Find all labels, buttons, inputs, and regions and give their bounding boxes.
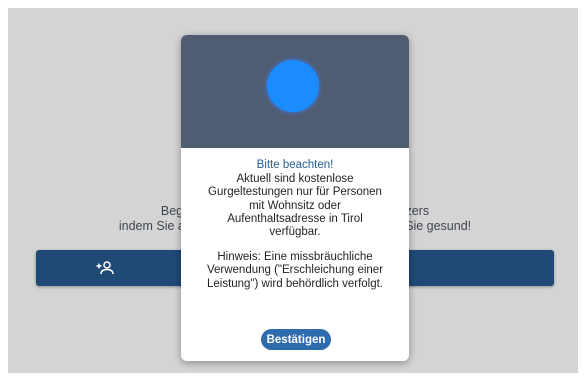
person-add-icon bbox=[96, 261, 114, 280]
notice-dialog: Bitte beachten! Aktuell sind kostenlose … bbox=[181, 35, 409, 361]
message-line: Gurgeltestungen nur für Personen bbox=[208, 186, 382, 199]
message-line: Aktuell sind kostenlose bbox=[236, 173, 354, 186]
blue-circle-logo bbox=[267, 60, 319, 112]
message-line: mit Wohnsitz oder bbox=[249, 199, 341, 212]
message-line: verfügbar. bbox=[269, 226, 321, 239]
message-line: Aufenthaltsadresse in Tirol bbox=[227, 212, 363, 225]
hint-line: Verwendung ("Erschleichung einer bbox=[206, 264, 384, 277]
dialog-body: Bitte beachten! Aktuell sind kostenlose … bbox=[181, 159, 409, 291]
hint-line: Hinweis: Eine missbräuchliche bbox=[217, 251, 373, 264]
dialog-title: Bitte beachten! bbox=[256, 159, 334, 171]
dialog-header bbox=[181, 35, 409, 148]
hint-line: Leistung") wird behördlich verfolgt. bbox=[206, 277, 384, 290]
confirm-button[interactable]: Bestätigen bbox=[261, 329, 331, 350]
